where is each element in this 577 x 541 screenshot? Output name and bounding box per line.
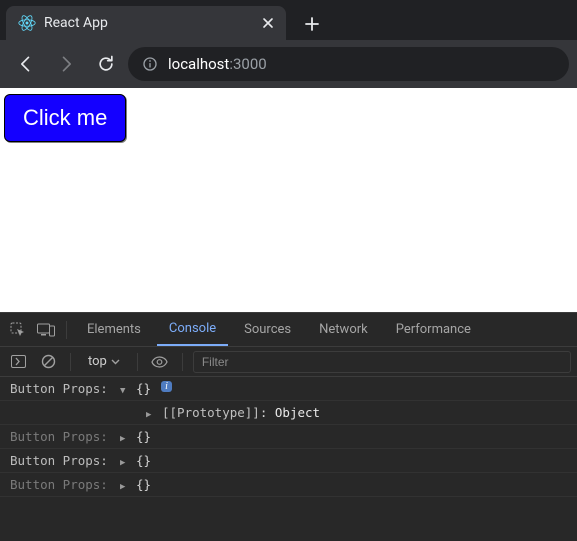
forward-button[interactable]	[48, 46, 84, 82]
chevron-down-icon	[111, 359, 120, 365]
url-host: localhost	[168, 55, 229, 73]
url-port: :3000	[229, 55, 266, 73]
tab-title: React App	[44, 15, 252, 31]
tab-console[interactable]: Console	[157, 313, 228, 346]
console-toolbar: top	[0, 347, 577, 377]
object-preview[interactable]: {}	[136, 429, 151, 444]
object-preview[interactable]: {}	[136, 453, 151, 468]
live-expression-icon[interactable]	[148, 350, 172, 374]
console-row[interactable]: Button Props: {}	[0, 473, 577, 497]
tab-strip: React App	[0, 0, 577, 40]
device-toggle-icon[interactable]	[34, 318, 58, 342]
log-source: Button Props:	[10, 477, 114, 492]
devtools-tab-bar: Elements Console Sources Network Perform…	[0, 313, 577, 347]
context-label: top	[88, 354, 107, 369]
reload-button[interactable]	[88, 46, 124, 82]
browser-tab[interactable]: React App	[6, 6, 286, 40]
separator	[70, 353, 71, 371]
tab-performance[interactable]: Performance	[384, 313, 483, 346]
log-source: Button Props:	[10, 429, 114, 444]
devtools-panel: Elements Console Sources Network Perform…	[0, 312, 577, 541]
inspect-icon[interactable]	[6, 318, 30, 342]
separator	[66, 321, 67, 339]
disclosure-arrow-icon[interactable]	[146, 405, 156, 420]
address-bar[interactable]: localhost:3000	[128, 47, 569, 81]
prototype-line: [[Prototype]]: Object	[162, 405, 320, 420]
console-row[interactable]: Button Props: {}	[0, 449, 577, 473]
site-info-icon[interactable]	[142, 56, 158, 72]
tab-sources[interactable]: Sources	[232, 313, 303, 346]
disclosure-arrow-icon[interactable]	[120, 477, 130, 492]
console-row[interactable]: Button Props: {}	[0, 425, 577, 449]
disclosure-arrow-icon[interactable]	[120, 381, 130, 396]
object-preview[interactable]: {}	[136, 477, 151, 492]
back-button[interactable]	[8, 46, 44, 82]
console-row-nested[interactable]: [[Prototype]]: Object	[0, 401, 577, 425]
page-viewport: Click me	[0, 88, 577, 312]
browser-toolbar: localhost:3000	[0, 40, 577, 88]
tab-network[interactable]: Network	[307, 313, 380, 346]
object-preview[interactable]: {}	[136, 381, 151, 396]
react-logo-icon	[18, 14, 36, 32]
log-source: Button Props:	[10, 453, 114, 468]
console-filter-input[interactable]	[193, 351, 571, 373]
tab-close-icon[interactable]	[260, 15, 276, 31]
context-selector[interactable]: top	[81, 351, 127, 372]
log-source: Button Props:	[10, 381, 114, 396]
disclosure-arrow-icon[interactable]	[120, 429, 130, 444]
toggle-sidebar-icon[interactable]	[6, 350, 30, 374]
disclosure-arrow-icon[interactable]	[120, 453, 130, 468]
click-me-button[interactable]: Click me	[4, 94, 126, 142]
info-badge: i	[161, 381, 172, 392]
url-text: localhost:3000	[168, 55, 267, 73]
clear-console-icon[interactable]	[36, 350, 60, 374]
new-tab-button[interactable]	[298, 10, 326, 38]
separator	[137, 353, 138, 371]
tab-elements[interactable]: Elements	[75, 313, 153, 346]
console-row[interactable]: Button Props: {} i	[0, 377, 577, 401]
separator	[182, 353, 183, 371]
console-output[interactable]: Button Props: {} i [[Prototype]]: Object But…	[0, 377, 577, 541]
